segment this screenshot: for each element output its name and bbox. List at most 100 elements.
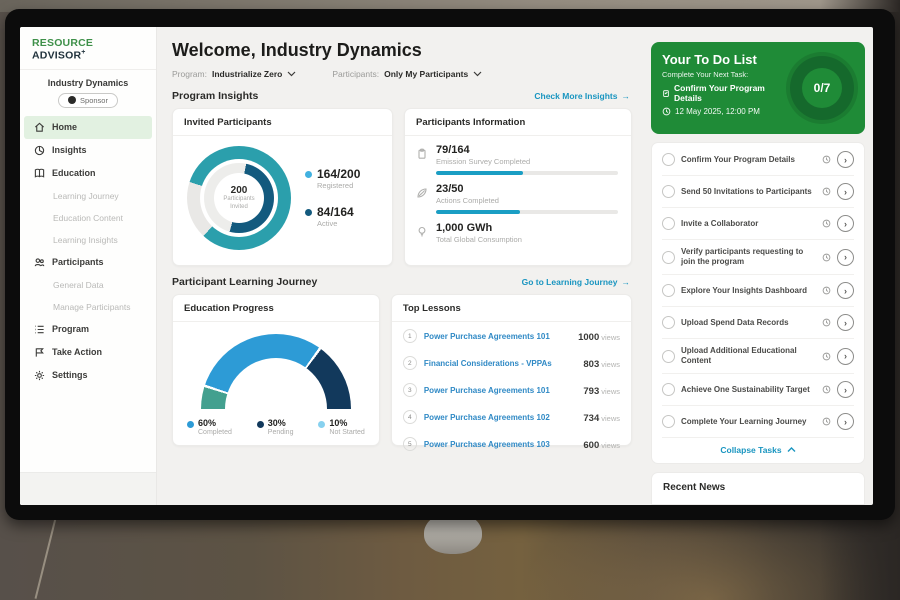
lesson-views-count: 600 — [583, 440, 599, 451]
task-label: Achieve One Sustainability Target — [681, 385, 816, 395]
recent-news-card: Recent News — [651, 472, 865, 505]
task-checkbox[interactable] — [662, 284, 675, 297]
lesson-views-suffix: views — [601, 333, 620, 342]
lesson-rank-badge: 3 — [403, 383, 417, 397]
task-clock-icon — [822, 155, 831, 164]
stat-row-actions: 23/50 Actions Completed — [405, 175, 631, 214]
sidebar-item-label: Education — [52, 168, 96, 178]
program-filter-dropdown[interactable]: Program: Industrialize Zero — [172, 69, 296, 79]
collapse-tasks-link[interactable]: Collapse Tasks — [662, 438, 854, 460]
legend-label: Active — [317, 219, 354, 228]
legend-pct: 60% — [198, 418, 232, 429]
task-row: Invite a Collaborator › — [662, 208, 854, 240]
task-checkbox[interactable] — [662, 217, 675, 230]
task-checkbox[interactable] — [662, 153, 675, 166]
home-icon — [34, 122, 45, 133]
task-open-button[interactable]: › — [837, 381, 854, 398]
task-open-button[interactable]: › — [837, 183, 854, 200]
go-to-learning-journey-link[interactable]: Go to Learning Journey → — [522, 277, 630, 287]
lesson-views-count: 793 — [583, 386, 599, 397]
lesson-link[interactable]: Power Purchase Agreements 101 — [424, 386, 577, 395]
sidebar-item-program[interactable]: Program — [20, 318, 156, 341]
sidebar-item-label: Manage Participants — [53, 302, 131, 312]
app-logo[interactable]: RESOURCE ADVISOR+ — [20, 27, 156, 70]
chevron-up-icon — [787, 447, 796, 453]
participants-filter-value: Only My Participants — [384, 69, 468, 79]
task-open-button[interactable]: › — [837, 314, 854, 331]
donut-center-label: Participants Invited — [214, 196, 264, 212]
task-checkbox[interactable] — [662, 350, 675, 363]
sponsor-badge-label: Sponsor — [80, 96, 108, 105]
filters-row: Program: Industrialize Zero Participants… — [172, 69, 632, 79]
sidebar-nav: Home Insights Education Learning Journey — [20, 116, 156, 387]
gauge-legend: 60% Completed 30% Pending — [173, 410, 379, 436]
sidebar-item-education[interactable]: Education — [20, 162, 156, 185]
task-checkbox[interactable] — [662, 316, 675, 329]
progress-bar — [436, 210, 618, 214]
stat-value: 23/50 — [436, 183, 618, 195]
sidebar-item-general-data[interactable]: General Data — [20, 274, 156, 296]
sidebar-item-home[interactable]: Home — [24, 116, 152, 139]
todo-panel: Your To Do List Complete Your Next Task:… — [644, 27, 873, 505]
donut-center: 200 Participants Invited — [214, 173, 264, 223]
task-row: Achieve One Sustainability Target › — [662, 374, 854, 406]
stat-row-emission-survey: 79/164 Emission Survey Completed — [405, 136, 631, 175]
education-progress-gauge-chart: 150 Participants — [201, 334, 351, 410]
check-more-insights-link[interactable]: Check More Insights → — [534, 91, 630, 101]
chevron-right-icon: › — [844, 417, 847, 427]
legend-label: Completed — [198, 429, 232, 436]
card-title: Participants Information — [405, 109, 631, 136]
legend-item-active: 84/164 Active — [305, 206, 360, 228]
progress-bar-fill — [436, 210, 520, 214]
task-clock-icon — [822, 286, 831, 295]
task-open-button[interactable]: › — [837, 249, 854, 266]
task-row: Send 50 Invitations to Participants › — [662, 176, 854, 208]
sidebar-item-learning-insights[interactable]: Learning Insights — [20, 229, 156, 251]
task-open-button[interactable]: › — [837, 215, 854, 232]
task-open-button[interactable]: › — [837, 151, 854, 168]
lesson-link[interactable]: Power Purchase Agreements 102 — [424, 413, 577, 422]
settings-icon — [34, 370, 45, 381]
task-checkbox[interactable] — [662, 251, 675, 264]
participants-filter-label: Participants: — [332, 69, 379, 79]
take-action-icon — [34, 347, 45, 358]
sidebar-item-learning-journey[interactable]: Learning Journey — [20, 185, 156, 207]
sponsor-badge[interactable]: Sponsor — [58, 93, 118, 108]
chevron-right-icon: › — [844, 187, 847, 197]
sidebar-item-manage-participants[interactable]: Manage Participants — [20, 296, 156, 318]
legend-value: 164/200 — [317, 168, 360, 181]
organization-name: Industry Dynamics — [20, 78, 156, 88]
sidebar-item-settings[interactable]: Settings — [20, 364, 156, 387]
lesson-link[interactable]: Power Purchase Agreements 103 — [424, 440, 577, 449]
progress-bar — [436, 171, 618, 175]
lesson-row: 2 Financial Considerations - VPPAs 803vi… — [392, 349, 631, 376]
task-checkbox[interactable] — [662, 415, 675, 428]
card-title: Top Lessons — [392, 295, 631, 322]
page-title: Welcome, Industry Dynamics — [172, 40, 632, 61]
legend-item-registered: 164/200 Registered — [305, 168, 360, 190]
legend-dot-icon — [305, 171, 312, 178]
insights-icon — [34, 145, 45, 156]
task-clock-icon — [822, 318, 831, 327]
sidebar-item-label: Learning Journey — [53, 191, 119, 201]
lesson-link[interactable]: Financial Considerations - VPPAs — [424, 359, 577, 368]
participants-filter-dropdown[interactable]: Participants: Only My Participants — [332, 69, 482, 79]
task-open-button[interactable]: › — [837, 348, 854, 365]
sidebar-item-take-action[interactable]: Take Action — [20, 341, 156, 364]
sidebar-item-education-content[interactable]: Education Content — [20, 207, 156, 229]
task-label: Verify participants requesting to join t… — [681, 247, 816, 267]
task-icon — [662, 89, 670, 98]
task-open-button[interactable]: › — [837, 413, 854, 430]
lesson-link[interactable]: Power Purchase Agreements 101 — [424, 332, 571, 341]
stat-row-consumption: 1,000 GWh Total Global Consumption — [405, 214, 631, 244]
sidebar-item-insights[interactable]: Insights — [20, 139, 156, 162]
invited-participants-donut-chart: 200 Participants Invited — [187, 146, 291, 250]
lesson-views-suffix: views — [601, 441, 620, 450]
stat-value: 79/164 — [436, 144, 618, 156]
sidebar-item-label: Program — [52, 324, 89, 334]
sidebar-item-participants[interactable]: Participants — [20, 251, 156, 274]
task-checkbox[interactable] — [662, 383, 675, 396]
task-checkbox[interactable] — [662, 185, 675, 198]
task-open-button[interactable]: › — [837, 282, 854, 299]
lesson-row: 4 Power Purchase Agreements 102 734views — [392, 403, 631, 430]
